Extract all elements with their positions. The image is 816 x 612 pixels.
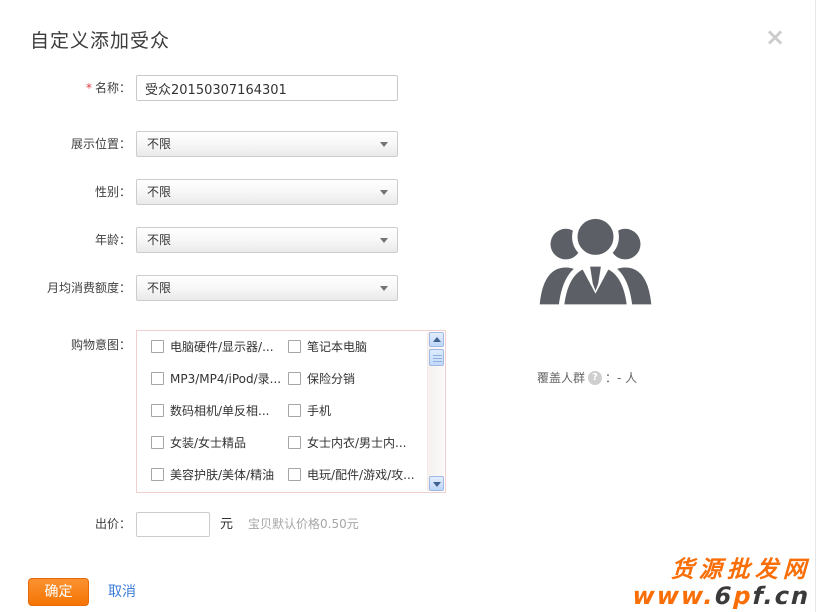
bid-input[interactable] [136, 512, 210, 537]
watermark-url: www.6pf.cn [633, 584, 811, 610]
monthly-spend-value: 不限 [147, 276, 171, 300]
shopping-intent-label: 购物意图： [20, 332, 131, 358]
coverage-row: 覆盖人群 ? ：- 人 [537, 369, 637, 386]
shopping-intent-grid: 电脑硬件/显示器/... 笔记本电脑 MP3/MP4/iPod/录... 保险分… [151, 340, 427, 500]
intent-item[interactable]: MP3/MP4/iPod/录... [151, 372, 288, 404]
scrollbar-grip-icon [433, 355, 442, 362]
chevron-down-icon [380, 286, 388, 291]
monthly-spend-select[interactable]: 不限 [136, 275, 398, 301]
checkbox[interactable] [151, 436, 164, 449]
checkbox[interactable] [288, 404, 301, 417]
age-label: 年龄： [20, 227, 131, 253]
help-icon[interactable]: ? [588, 371, 602, 385]
coverage-value: ：- 人 [605, 369, 637, 386]
placement-select[interactable]: 不限 [136, 131, 398, 157]
chevron-down-icon [380, 238, 388, 243]
close-icon: × [765, 23, 785, 51]
scrollbar-track[interactable] [427, 332, 444, 491]
arrow-down-icon [433, 482, 441, 487]
gender-select[interactable]: 不限 [136, 179, 398, 205]
watermark-site-name: 货源批发网 [633, 558, 811, 583]
intent-item[interactable]: 美容护肤/美体/精油 [151, 468, 288, 500]
name-label: *名称： [20, 75, 131, 101]
bid-unit: 元 [220, 512, 233, 537]
gender-label: 性别： [20, 179, 131, 205]
chevron-down-icon [380, 190, 388, 195]
name-input[interactable] [136, 75, 398, 101]
checkbox[interactable] [288, 340, 301, 353]
placement-label: 展示位置： [20, 131, 131, 157]
intent-item[interactable]: 笔记本电脑 [288, 340, 427, 372]
intent-item[interactable]: 电玩/配件/游戏/攻... [288, 468, 427, 500]
required-asterisk: * [86, 81, 92, 95]
scrollbar-thumb[interactable] [429, 349, 444, 366]
gender-value: 不限 [147, 180, 171, 204]
bid-default-price-hint: 宝贝默认价格0.50元 [248, 512, 359, 537]
watermark: 货源批发网 www.6pf.cn [633, 558, 812, 610]
checkbox[interactable] [288, 468, 301, 481]
checkbox[interactable] [288, 436, 301, 449]
intent-item[interactable]: 电脑硬件/显示器/... [151, 340, 288, 372]
scroll-down-button[interactable] [429, 476, 444, 491]
intent-item[interactable]: 保险分销 [288, 372, 427, 404]
placement-value: 不限 [147, 132, 171, 156]
checkbox[interactable] [151, 340, 164, 353]
monthly-spend-label: 月均消费额度： [20, 275, 131, 301]
intent-item[interactable]: 女士内衣/男士内... [288, 436, 427, 468]
shopping-intent-list: 电脑硬件/显示器/... 笔记本电脑 MP3/MP4/iPod/录... 保险分… [136, 330, 446, 493]
close-button[interactable]: × [760, 22, 790, 52]
audience-people-icon [528, 203, 663, 327]
page-title: 自定义添加受众 [30, 26, 170, 53]
custom-audience-dialog: 自定义添加受众 × *名称： 展示位置： 不限 性别： 不限 年龄： 不限 月均… [0, 0, 816, 612]
checkbox[interactable] [151, 372, 164, 385]
cancel-button[interactable]: 取消 [108, 578, 136, 606]
arrow-up-icon [433, 337, 441, 342]
checkbox[interactable] [288, 372, 301, 385]
confirm-button[interactable]: 确定 [28, 578, 89, 606]
coverage-label: 覆盖人群 [537, 369, 585, 386]
checkbox[interactable] [151, 468, 164, 481]
age-select[interactable]: 不限 [136, 227, 398, 253]
intent-item[interactable]: 女装/女士精品 [151, 436, 288, 468]
scroll-up-button[interactable] [429, 332, 444, 347]
intent-item[interactable]: 手机 [288, 404, 427, 436]
intent-item[interactable]: 数码相机/单反相... [151, 404, 288, 436]
age-value: 不限 [147, 228, 171, 252]
checkbox[interactable] [151, 404, 164, 417]
bid-label: 出价： [20, 512, 131, 537]
chevron-down-icon [380, 142, 388, 147]
